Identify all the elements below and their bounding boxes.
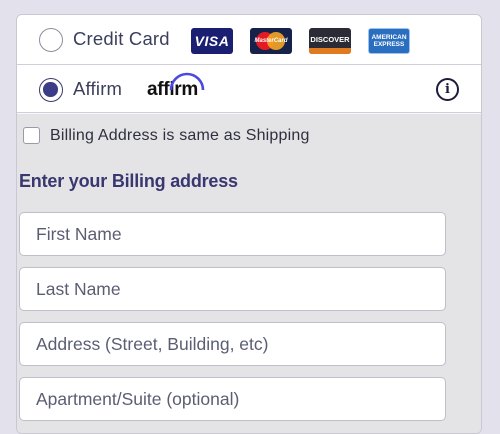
apartment-input[interactable] <box>19 377 446 421</box>
affirm-radio[interactable] <box>39 78 63 102</box>
visa-logo: VISA <box>191 28 233 54</box>
mastercard-logo: MasterCard <box>250 28 292 54</box>
first-name-input[interactable] <box>19 212 446 256</box>
discover-logo: DISCOVER <box>309 28 351 54</box>
affirm-logo: affirm <box>147 72 205 101</box>
address-input[interactable] <box>19 322 446 366</box>
credit-card-radio[interactable] <box>39 28 63 52</box>
card-brand-logos: VISA MasterCard DISCOVER AMERICAN EXPRES… <box>191 28 410 54</box>
credit-card-label: Credit Card <box>73 28 170 49</box>
payment-option-affirm[interactable]: Affirm affirm i <box>17 65 481 113</box>
affirm-arc-icon <box>169 72 205 91</box>
same-as-shipping-label[interactable]: Billing Address is same as Shipping <box>50 127 310 145</box>
payment-option-credit-card[interactable]: Credit Card VISA MasterCard DISCOVER AME… <box>17 15 481 65</box>
billing-section-title: Enter your Billing address <box>19 171 238 191</box>
info-icon[interactable]: i <box>436 78 459 101</box>
affirm-label: Affirm <box>73 78 123 99</box>
last-name-input[interactable] <box>19 267 446 311</box>
same-as-shipping-checkbox[interactable] <box>23 127 40 144</box>
amex-logo: AMERICAN EXPRESS <box>368 28 410 54</box>
